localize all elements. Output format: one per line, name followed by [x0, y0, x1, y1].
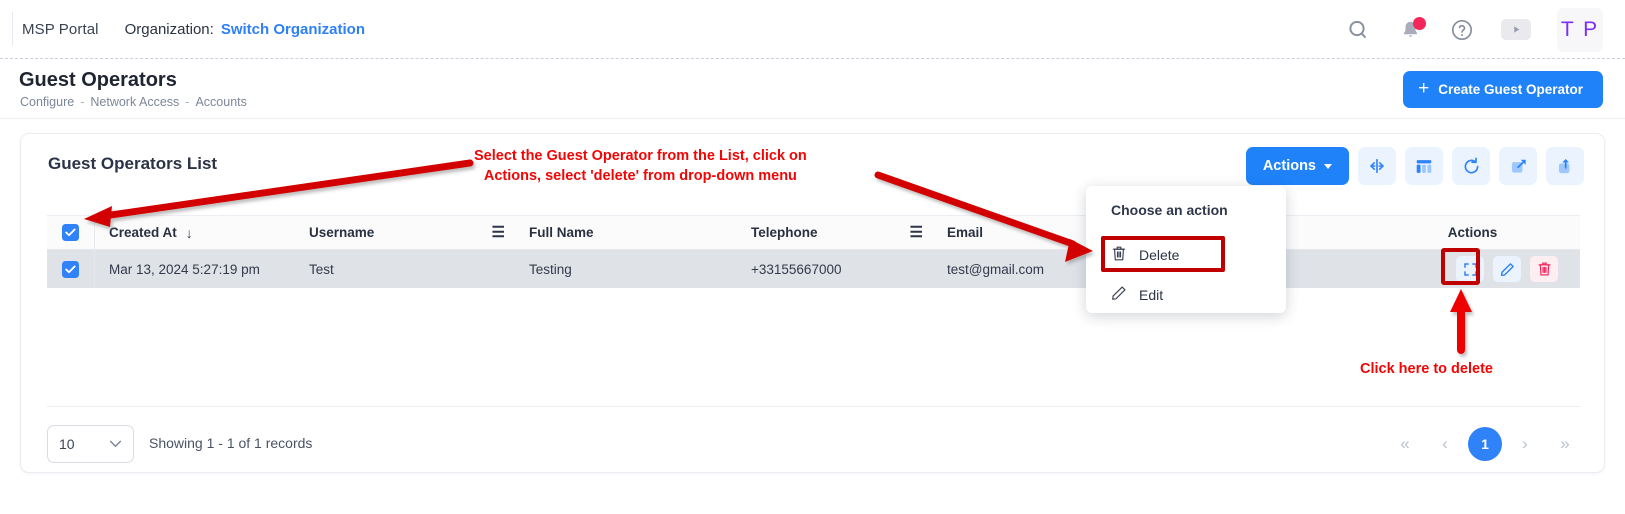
create-guest-operator-button[interactable]: + Create Guest Operator [1403, 71, 1603, 108]
actions-button[interactable]: Actions [1246, 147, 1349, 185]
cell-row-actions [1433, 250, 1580, 288]
chevron-down-icon [109, 437, 122, 451]
table-empty-space [47, 288, 1580, 376]
pagination-prev[interactable]: ‹ [1428, 427, 1462, 461]
guest-operators-card: Guest Operators List Actions [20, 133, 1605, 473]
notification-badge-dot [1413, 17, 1426, 30]
cell-username: Test [295, 250, 515, 288]
organization-group: Organization: Switch Organization [125, 21, 365, 38]
breadcrumb-item-configure[interactable]: Configure [20, 95, 74, 109]
breadcrumb-separator: - [80, 95, 84, 109]
annotation-top-line2: Actions, select 'delete' from drop-down … [484, 168, 797, 184]
annotation-top-line1: Select the Guest Operator from the List,… [474, 148, 807, 164]
page-header: Guest Operators Configure - Network Acce… [0, 59, 1625, 119]
cell-full-name: Testing [515, 250, 737, 288]
column-header-actions: Actions [1433, 216, 1580, 249]
expand-icon[interactable] [1499, 147, 1537, 185]
avatar[interactable]: T P [1557, 8, 1603, 52]
topbar-right-group: T P [1345, 0, 1611, 59]
pagination-page-1[interactable]: 1 [1468, 427, 1502, 461]
dropdown-item-edit-label: Edit [1139, 287, 1163, 303]
export-icon[interactable] [1546, 147, 1584, 185]
refresh-icon[interactable] [1452, 147, 1490, 185]
plus-icon: + [1418, 79, 1429, 98]
chevron-down-icon [1324, 164, 1332, 169]
search-icon[interactable] [1345, 17, 1371, 43]
column-header-actions-label: Actions [1448, 225, 1498, 240]
column-header-telephone[interactable]: Telephone ☰ [737, 216, 933, 249]
breadcrumb-item-network-access[interactable]: Network Access [90, 95, 179, 109]
guest-operators-table: Created At ↓ Username ☰ Full Name Teleph… [47, 215, 1580, 376]
question-circle-icon[interactable] [1449, 17, 1475, 43]
brand-label[interactable]: MSP Portal [22, 21, 99, 38]
row-select-cell [47, 250, 95, 288]
column-header-full-name-label: Full Name [529, 225, 594, 240]
card-title: Guest Operators List [48, 154, 217, 174]
pagination-first[interactable]: « [1388, 427, 1422, 461]
actions-button-label: Actions [1263, 158, 1316, 174]
column-header-username[interactable]: Username ☰ [295, 216, 515, 249]
table-row[interactable]: Mar 13, 2024 5:27:19 pm Test Testing +33… [47, 250, 1580, 288]
dropdown-item-edit[interactable]: Edit [1111, 285, 1163, 304]
column-header-username-label: Username [309, 225, 374, 240]
cell-created-at: Mar 13, 2024 5:27:19 pm [95, 250, 295, 288]
pagination: « ‹ 1 › » [1388, 427, 1582, 461]
switch-organization-link[interactable]: Switch Organization [221, 21, 365, 38]
column-header-telephone-label: Telephone [751, 225, 818, 240]
dropdown-item-delete-label: Delete [1139, 247, 1179, 263]
create-guest-operator-label: Create Guest Operator [1438, 82, 1583, 97]
row-delete-icon[interactable] [1530, 256, 1558, 282]
page-title: Guest Operators [19, 69, 177, 92]
actions-dropdown-menu: Choose an action Delete Edit [1086, 186, 1286, 313]
pencil-icon [1111, 285, 1127, 304]
dropdown-item-delete[interactable]: Delete [1111, 245, 1179, 265]
breadcrumb-item-accounts[interactable]: Accounts [195, 95, 246, 109]
topbar-left-group: MSP Portal Organization: Switch Organiza… [0, 21, 365, 38]
pagination-last[interactable]: » [1548, 427, 1582, 461]
annotation-bottom: Click here to delete [1360, 359, 1493, 379]
column-chooser-icon[interactable] [1405, 147, 1443, 185]
row-expand-icon[interactable] [1456, 256, 1484, 282]
pagination-next[interactable]: › [1508, 427, 1542, 461]
column-menu-icon[interactable]: ☰ [910, 225, 923, 240]
table-bottom-divider [47, 406, 1580, 407]
column-header-created-at-label: Created At [109, 225, 177, 240]
breadcrumb-separator: - [185, 95, 189, 109]
sort-descending-icon: ↓ [186, 225, 193, 241]
resize-columns-icon[interactable] [1358, 147, 1396, 185]
top-navigation-bar: MSP Portal Organization: Switch Organiza… [0, 0, 1625, 59]
column-menu-icon[interactable]: ☰ [492, 225, 505, 240]
card-toolbar: Actions [1246, 147, 1584, 185]
table-header-row: Created At ↓ Username ☰ Full Name Teleph… [47, 215, 1580, 250]
column-header-created-at[interactable]: Created At ↓ [95, 216, 295, 249]
dropdown-title: Choose an action [1111, 202, 1228, 218]
select-all-checkbox[interactable] [62, 224, 79, 241]
row-edit-icon[interactable] [1493, 256, 1521, 282]
row-action-group [1456, 256, 1558, 282]
column-header-email-label: Email [947, 225, 983, 240]
play-icon[interactable] [1501, 19, 1531, 40]
records-summary: Showing 1 - 1 of 1 records [149, 435, 312, 451]
table-footer: 10 Showing 1 - 1 of 1 records « ‹ 1 › » [21, 417, 1604, 474]
page-size-select[interactable]: 10 [47, 425, 134, 463]
row-checkbox[interactable] [62, 261, 79, 278]
annotation-top: Select the Guest Operator from the List,… [474, 146, 807, 186]
cell-telephone: +33155667000 [737, 250, 933, 288]
column-header-full-name[interactable]: Full Name [515, 216, 737, 249]
trash-icon [1111, 245, 1127, 265]
topbar-divider [12, 12, 13, 46]
app-root: MSP Portal Organization: Switch Organiza… [0, 0, 1625, 514]
bell-icon[interactable] [1397, 17, 1423, 43]
page-size-value: 10 [59, 436, 75, 452]
breadcrumb: Configure - Network Access - Accounts [20, 95, 247, 109]
select-all-cell [47, 216, 95, 249]
organization-label: Organization: [125, 21, 214, 38]
